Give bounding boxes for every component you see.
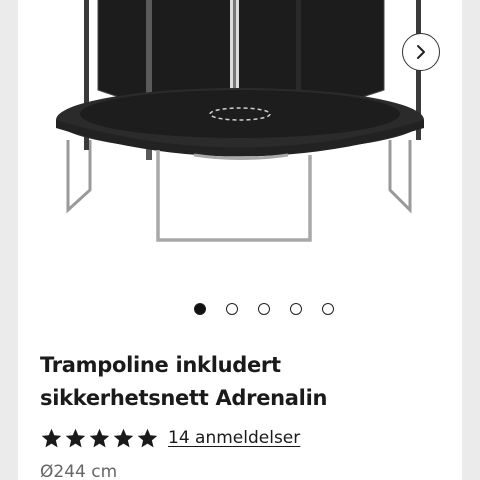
product-title: Trampoline inkludert sikkerhetsnett Adre…: [40, 353, 328, 410]
product-card: Trampoline inkludert sikkerhetsnett Adre…: [18, 0, 462, 480]
star-icon: [137, 428, 158, 447]
gallery-dot[interactable]: [226, 303, 238, 315]
product-size: Ø244 cm: [40, 462, 118, 480]
star-icon: [41, 428, 62, 447]
star-icon: [89, 428, 110, 447]
gallery-dot[interactable]: [258, 303, 270, 315]
rating-stars: [40, 427, 159, 450]
star-icon: [65, 428, 86, 447]
chevron-right-icon: [417, 45, 425, 59]
product-image-gallery[interactable]: [18, 0, 462, 290]
product-rating: 14 anmeldelser: [40, 424, 300, 452]
star-icon: [113, 428, 134, 447]
product-image: [56, 0, 424, 242]
gallery-dot[interactable]: [290, 303, 302, 315]
gallery-dot[interactable]: [322, 303, 334, 315]
gallery-pagination: [18, 303, 462, 319]
reviews-link[interactable]: 14 anmeldelser: [168, 428, 300, 448]
next-image-button[interactable]: [402, 33, 440, 71]
gallery-dot[interactable]: [194, 303, 206, 315]
